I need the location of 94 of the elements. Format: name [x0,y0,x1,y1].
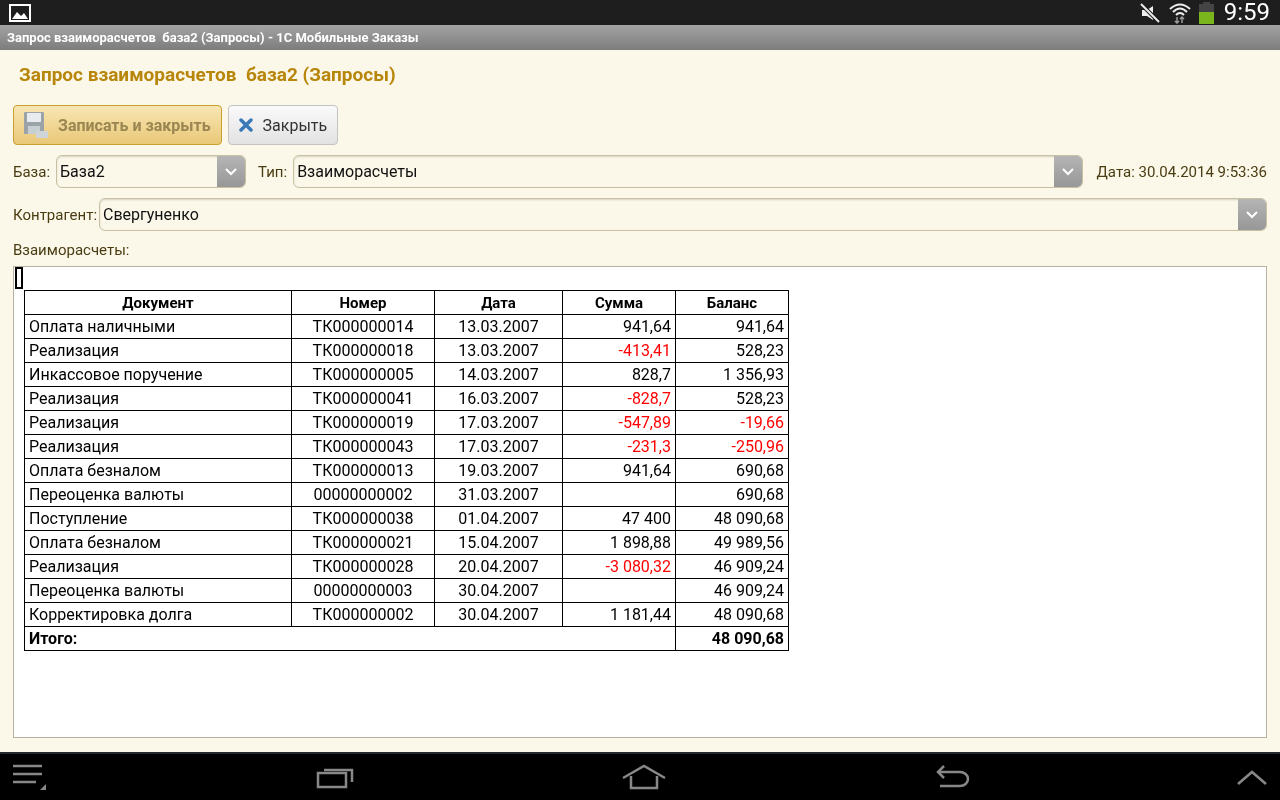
table-cell: 49 989,56 [675,530,789,555]
table-cell: ТК000000018 [291,338,435,363]
table-cell: Корректировка долга [24,602,292,627]
table-cell: Реализация [24,434,292,459]
table-cell: 13.03.2007 [434,314,563,339]
column-header: Документ [24,290,292,315]
table-cell: 19.03.2007 [434,458,563,483]
table-cell: 528,23 [675,386,789,411]
table-cell: Реализация [24,410,292,435]
close-button[interactable]: Закрыть [227,105,339,145]
column-header: Баланс [675,290,789,315]
total-value: 48 090,68 [675,626,789,651]
table-cell: -547,89 [562,410,676,435]
date-text: Дата: 30.04.2014 9:53:36 [1096,162,1267,181]
table-cell: 46 909,24 [675,578,789,603]
table-cell: 1 356,93 [675,362,789,387]
table-cell: ТК000000043 [291,434,435,459]
chevron-down-icon [225,167,238,176]
field-label: Тип: [258,162,288,181]
table-cell: 528,23 [675,338,789,363]
table-cell: 48 090,68 [675,602,789,627]
column-header: Сумма [562,290,676,315]
chevron-down-icon [1246,210,1258,219]
table-cell: 00000000002 [291,482,435,507]
table-cell: 14.03.2007 [434,362,563,387]
table-cell: 17.03.2007 [434,434,563,459]
table-cell: 17.03.2007 [434,410,563,435]
section-label: Взаиморасчеты: [13,241,131,261]
counterparty-dropdown[interactable]: Свергуненко [99,198,1267,231]
table-cell: 48 090,68 [675,506,789,531]
table-cell: 690,68 [675,458,789,483]
field-label: Контрагент: [13,205,98,224]
table-cell: 00000000003 [291,578,435,603]
table-cell: -231,3 [562,434,676,459]
table-cell: ТК000000014 [291,314,435,339]
table-cell: 1 898,88 [562,530,676,555]
chevron-up-icon[interactable] [1236,768,1268,786]
table-cell: 20.04.2007 [434,554,563,579]
table-cell: 941,64 [562,458,676,483]
table-cell: 30.04.2007 [434,602,563,627]
table-cell: ТК000000019 [291,410,435,435]
table-cell: ТК000000041 [291,386,435,411]
cell-cursor-icon [15,267,23,289]
wifi-icon [1168,1,1191,24]
home-icon[interactable] [621,764,667,790]
table-cell: 16.03.2007 [434,386,563,411]
menu-icon[interactable] [12,762,48,792]
table-cell: 46 909,24 [675,554,789,579]
table-cell: Переоценка валюты [24,578,292,603]
table-cell: ТК000000038 [291,506,435,531]
table-cell: -828,7 [562,386,676,411]
table-cell: Оплата наличными [24,314,292,339]
field-label: База: [13,162,51,181]
table-cell: Реализация [24,554,292,579]
table-cell: 47 400 [562,506,676,531]
table-cell: 1 181,44 [562,602,676,627]
table-cell: 690,68 [675,482,789,507]
table-cell: 30.04.2007 [434,578,563,603]
table-cell: ТК000000021 [291,530,435,555]
clock: 9:59 [1223,0,1270,25]
table-cell: 828,7 [562,362,676,387]
table-cell: ТК000000013 [291,458,435,483]
column-header: Номер [291,290,435,315]
table-cell: -250,96 [675,434,789,459]
table-cell: 13.03.2007 [434,338,563,363]
table-cell: 941,64 [562,314,676,339]
column-header: Дата [434,290,563,315]
close-icon [238,118,253,132]
table-cell: Оплата безналом [24,458,292,483]
table-cell: 01.04.2007 [434,506,563,531]
table-cell: ТК000000002 [291,602,435,627]
table-cell: Инкассовое поручение [24,362,292,387]
battery-icon [1198,1,1214,24]
type-dropdown[interactable]: Взаиморасчеты [293,155,1083,188]
total-label: Итого: [24,626,676,651]
picture-icon [9,3,31,22]
table-cell: Реализация [24,338,292,363]
table-cell: Реализация [24,386,292,411]
table-cell: -413,41 [562,338,676,363]
floppy-disk-icon [24,112,48,138]
chevron-down-icon [1061,167,1074,176]
table-cell: ТК000000028 [291,554,435,579]
table-cell: ТК000000005 [291,362,435,387]
form-heading: Запрос взаиморасчетов база2 (Запросы) [19,63,397,87]
table-cell: Переоценка валюты [24,482,292,507]
base-dropdown[interactable]: База2 [56,155,247,188]
table-cell: Поступление [24,506,292,531]
table-cell: Оплата безналом [24,530,292,555]
window-title: Запрос взаиморасчетов база2 (Запросы) - 1С Мобильные Заказы [7,30,419,45]
table-cell: 15.04.2007 [434,530,563,555]
table-cell: -19,66 [675,410,789,435]
table-cell: 941,64 [675,314,789,339]
table-cell: 31.03.2007 [434,482,563,507]
table-cell: -3 080,32 [562,554,676,579]
